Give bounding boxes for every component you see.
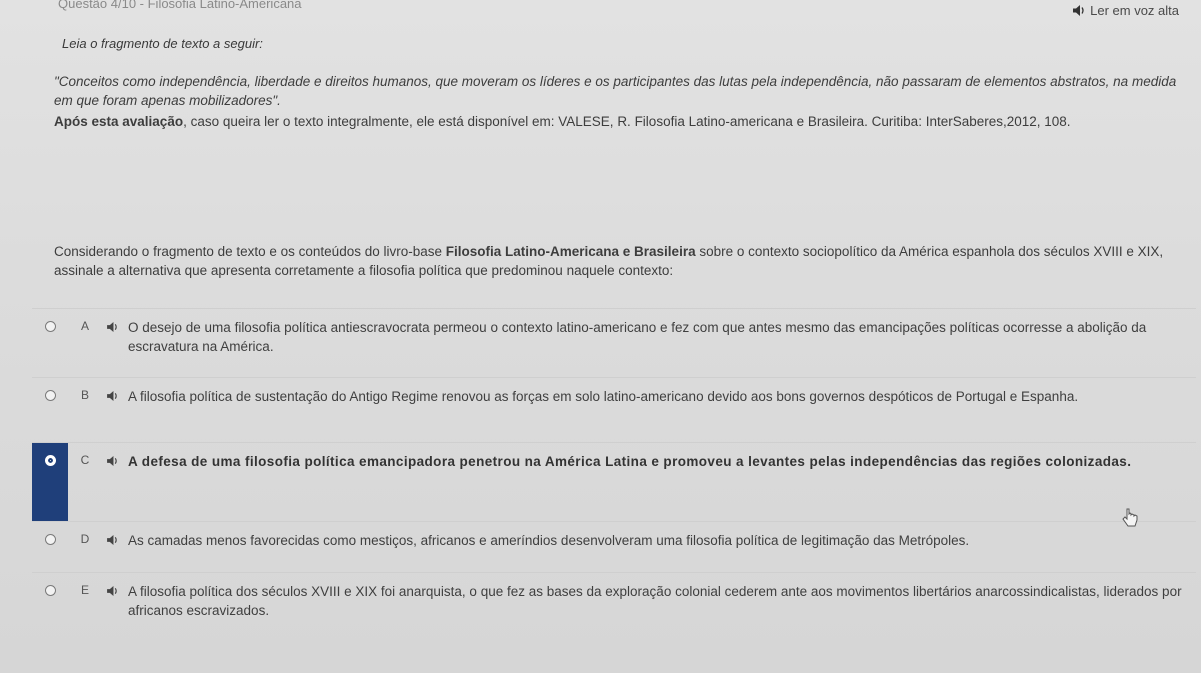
answer-options: A O desejo de uma filosofia política ant…: [32, 308, 1196, 635]
option-b-read-aloud[interactable]: [102, 378, 124, 402]
option-letter: A: [80, 319, 89, 333]
read-aloud-label: Ler em voz alta: [1090, 3, 1179, 18]
passage-prompt: Leia o fragmento de texto a seguir:: [62, 36, 263, 51]
quiz-page: Questão 4/10 - Filosofia Latino-American…: [0, 0, 1201, 673]
radio-button-selected[interactable]: [44, 455, 56, 466]
option-text: A filosofia política de sustentação do A…: [128, 389, 1079, 404]
question-reference: Questão 4/10 - Filosofia Latino-American…: [58, 0, 302, 11]
option-letter: B: [80, 388, 89, 402]
option-e-marker: [32, 573, 68, 596]
option-d-read-aloud[interactable]: [102, 522, 124, 546]
option-a-marker: [32, 309, 68, 332]
option-c-marker: [32, 443, 68, 521]
speaker-icon: [106, 585, 120, 597]
option-b[interactable]: B A filosofia política de sustentação do…: [32, 377, 1196, 442]
option-text: O desejo de uma filosofia política antie…: [128, 320, 1147, 354]
option-text: A defesa de uma filosofia política emanc…: [128, 454, 1132, 469]
speaker-icon: [106, 455, 120, 467]
option-a-read-aloud[interactable]: [102, 309, 124, 333]
option-letter: E: [80, 583, 89, 597]
speaker-icon: [106, 390, 120, 402]
stem-book-title: Filosofia Latino-Americana e Brasileira: [445, 244, 696, 259]
speaker-icon: [1072, 5, 1086, 17]
option-text: A filosofia política dos séculos XVIII e…: [128, 584, 1182, 618]
option-c[interactable]: C A defesa de uma filosofia política ema…: [32, 442, 1196, 521]
option-b-marker: [32, 378, 68, 401]
citation-bold: Após esta avaliação: [54, 114, 184, 129]
radio-button[interactable]: [44, 534, 56, 545]
passage-quote: "Conceitos como independência, liberdade…: [54, 74, 1177, 108]
option-letter: D: [80, 532, 90, 546]
radio-button[interactable]: [44, 390, 56, 401]
citation-text: , caso queira ler o texto integralmente,…: [183, 114, 1071, 129]
radio-button[interactable]: [44, 321, 56, 332]
read-aloud-button[interactable]: Ler em voz alta: [1072, 3, 1179, 18]
option-text: As camadas menos favorecidas como mestiç…: [128, 533, 970, 548]
passage-citation: Após esta avaliação, caso queira ler o t…: [54, 112, 1189, 131]
option-e-read-aloud[interactable]: [102, 573, 124, 597]
option-a[interactable]: A O desejo de uma filosofia política ant…: [32, 308, 1196, 377]
option-e[interactable]: E A filosofia política dos séculos XVIII…: [32, 572, 1196, 635]
option-d-marker: [32, 522, 68, 545]
question-stem: Considerando o fragmento de texto e os c…: [54, 242, 1189, 280]
radio-button[interactable]: [44, 585, 56, 596]
option-d[interactable]: D As camadas menos favorecidas como mest…: [32, 521, 1196, 572]
speaker-icon: [106, 321, 120, 333]
option-letter: C: [80, 453, 90, 467]
header-bar: Questão 4/10 - Filosofia Latino-American…: [0, 0, 1201, 18]
speaker-icon: [106, 534, 120, 546]
cursor-icon: [1122, 508, 1138, 528]
stem-before: Considerando o fragmento de texto e os c…: [54, 244, 446, 259]
option-c-read-aloud[interactable]: [102, 443, 124, 467]
